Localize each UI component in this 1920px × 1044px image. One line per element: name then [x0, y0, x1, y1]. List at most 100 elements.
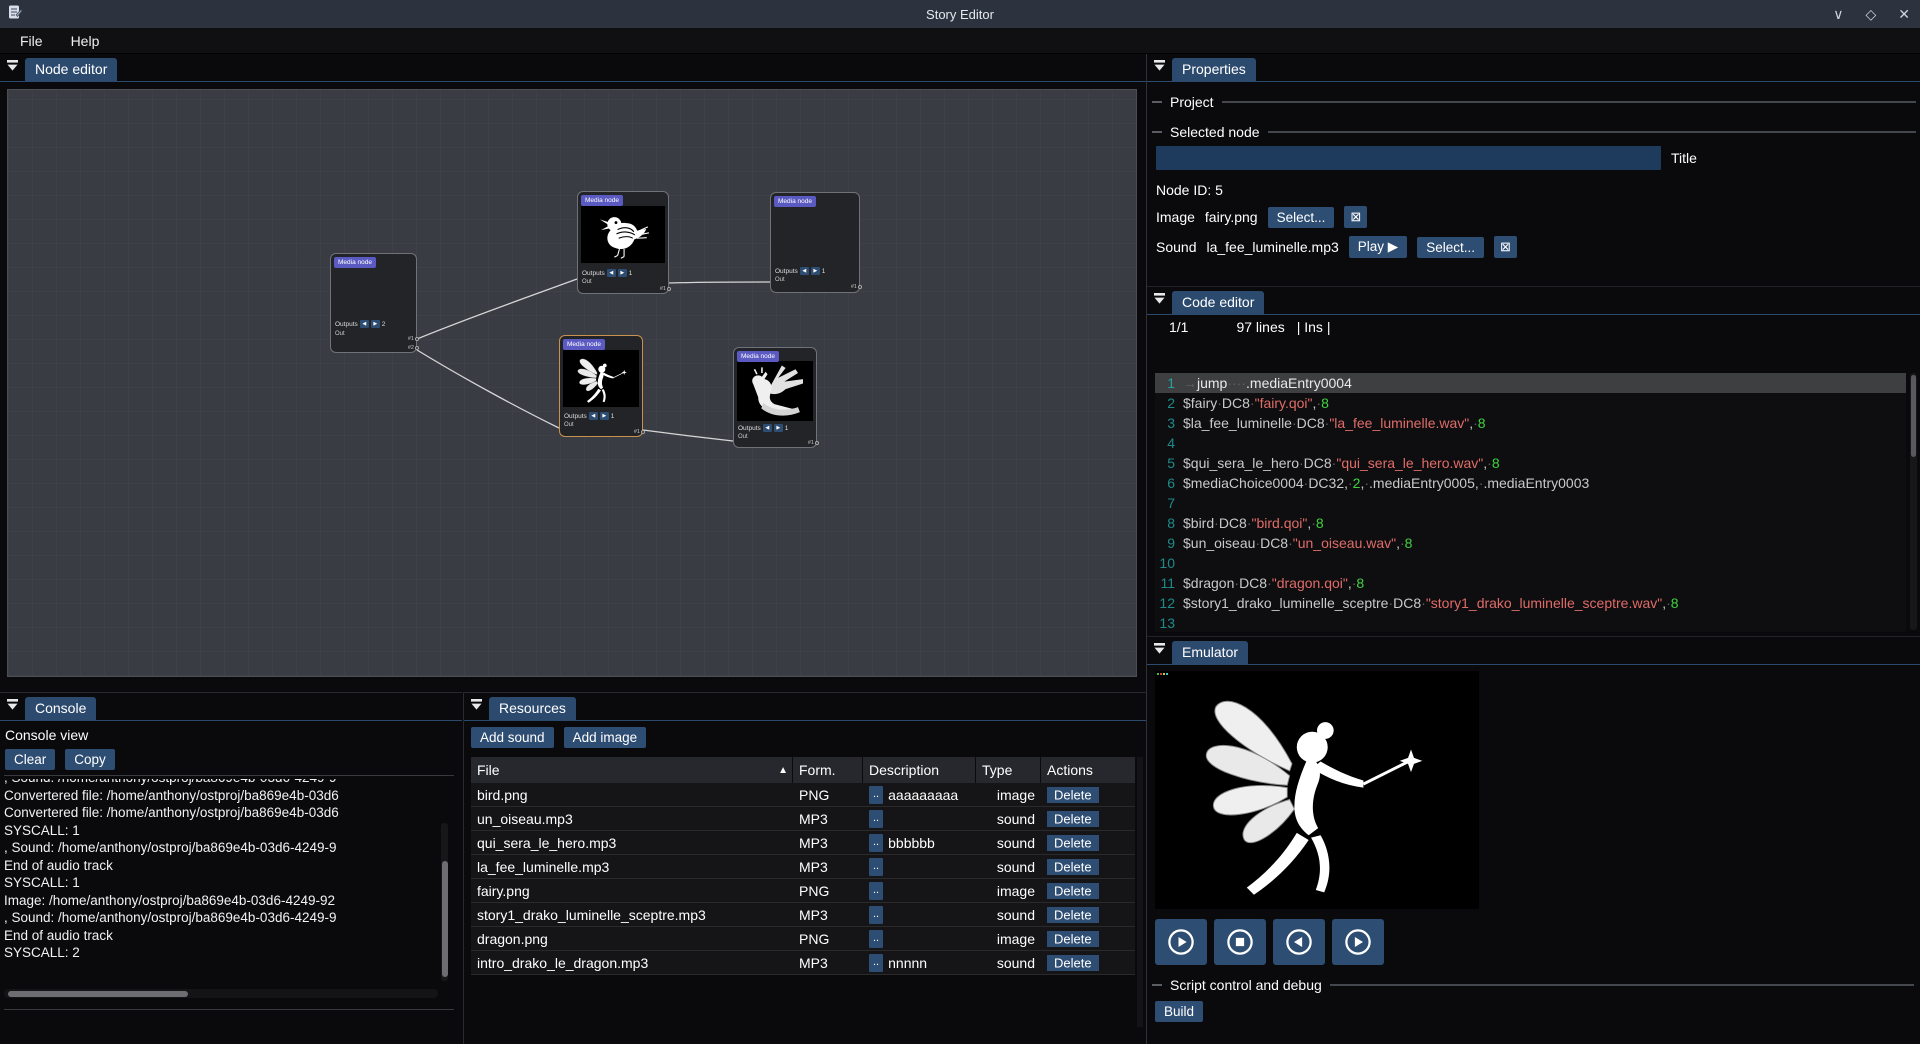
collapse-panel-icon[interactable] — [1153, 642, 1166, 660]
output-pin-1[interactable]: #1 — [851, 284, 862, 290]
code-line[interactable]: 6$mediaChoice0004·DC32,·2,·.mediaEntry00… — [1155, 473, 1906, 493]
sound-clear-button[interactable]: ⊠ — [1494, 236, 1517, 258]
add-image-button[interactable]: Add image — [564, 727, 647, 748]
code-line[interactable]: 7 — [1155, 493, 1906, 513]
edit-description-button[interactable]: .. — [869, 858, 883, 876]
decrement-outputs-button[interactable]: ◀ — [589, 412, 598, 420]
delete-button[interactable]: Delete — [1047, 931, 1099, 947]
decrement-outputs-button[interactable]: ◀ — [763, 424, 772, 432]
edit-description-button[interactable]: .. — [869, 930, 883, 948]
edit-description-button[interactable]: .. — [869, 810, 883, 828]
column-header-format[interactable]: Form. — [793, 757, 863, 783]
media-node-fairy-selected[interactable]: Media node Outputs ◀ ▶ 1 Out #1 — [559, 335, 643, 437]
step-back-button[interactable] — [1273, 919, 1325, 965]
menu-help[interactable]: Help — [59, 30, 112, 52]
console-vertical-scrollbar[interactable] — [441, 823, 448, 981]
delete-button[interactable]: Delete — [1047, 859, 1099, 875]
output-pin-1[interactable]: #1 — [808, 440, 819, 446]
output-pin-1[interactable]: #1 — [660, 286, 671, 292]
tab-properties[interactable]: Properties — [1172, 58, 1256, 81]
delete-button[interactable]: Delete — [1047, 907, 1099, 923]
media-node-dragon[interactable]: Media node Outputs ◀ ▶ 1 Out #1 — [733, 347, 817, 448]
clear-button[interactable]: Clear — [5, 749, 55, 770]
code-line[interactable]: 2$fairy·DC8·"fairy.qoi",·8 — [1155, 393, 1906, 413]
code-line[interactable]: 12$story1_drako_luminelle_sceptre·DC8·"s… — [1155, 593, 1906, 613]
table-row[interactable]: intro_drako_le_dragon.mp3 MP3 .. nnnnn s… — [471, 951, 1135, 975]
menu-file[interactable]: File — [8, 30, 55, 52]
tab-emulator[interactable]: Emulator — [1172, 641, 1248, 664]
resources-scrollbar-track[interactable] — [1137, 757, 1143, 1027]
build-button[interactable]: Build — [1155, 1001, 1203, 1022]
media-node-empty[interactable]: Media node Outputs ◀ ▶ 1 Out #1 — [770, 192, 860, 293]
column-header-type[interactable]: Type — [976, 757, 1041, 783]
step-forward-button[interactable] — [1332, 919, 1384, 965]
collapse-panel-icon[interactable] — [6, 698, 19, 716]
code-line[interactable]: 4 — [1155, 433, 1906, 453]
increment-outputs-button[interactable]: ▶ — [811, 267, 820, 275]
play-button[interactable] — [1155, 919, 1207, 965]
edit-description-button[interactable]: .. — [869, 786, 883, 804]
image-select-button[interactable]: Select... — [1268, 207, 1335, 228]
edit-description-button[interactable]: .. — [869, 906, 883, 924]
table-row[interactable]: story1_drako_luminelle_sceptre.mp3 MP3 .… — [471, 903, 1135, 927]
minimize-button[interactable]: ∨ — [1833, 6, 1843, 23]
output-pin-1[interactable]: #1 — [408, 336, 419, 342]
delete-button[interactable]: Delete — [1047, 835, 1099, 851]
tab-node-editor[interactable]: Node editor — [25, 58, 117, 81]
decrement-outputs-button[interactable]: ◀ — [360, 320, 369, 328]
table-row[interactable]: la_fee_luminelle.mp3 MP3 .. sound Delete — [471, 855, 1135, 879]
delete-button[interactable]: Delete — [1047, 883, 1099, 899]
edit-description-button[interactable]: .. — [869, 954, 883, 972]
image-clear-button[interactable]: ⊠ — [1344, 206, 1367, 228]
delete-button[interactable]: Delete — [1047, 811, 1099, 827]
collapse-panel-icon[interactable] — [1153, 292, 1166, 310]
collapse-panel-icon[interactable] — [470, 698, 483, 716]
console-horizontal-scrollbar[interactable] — [4, 989, 438, 998]
table-row[interactable]: dragon.png PNG .. image Delete — [471, 927, 1135, 951]
table-row[interactable]: bird.png PNG .. aaaaaaaaa image Delete — [471, 783, 1135, 807]
column-header-actions[interactable]: Actions — [1041, 757, 1109, 783]
output-pin-1[interactable]: #1 — [634, 429, 645, 435]
collapse-panel-icon[interactable] — [6, 59, 19, 77]
add-sound-button[interactable]: Add sound — [471, 727, 554, 748]
node-graph-canvas[interactable]: Media node Outputs ◀ ▶ 2 Out #1 #2 Media… — [7, 89, 1137, 677]
increment-outputs-button[interactable]: ▶ — [774, 424, 783, 432]
delete-button[interactable]: Delete — [1047, 787, 1099, 803]
code-scrollbar[interactable] — [1910, 373, 1917, 630]
code-line[interactable]: 5$qui_sera_le_hero·DC8·"qui_sera_le_hero… — [1155, 453, 1906, 473]
edit-description-button[interactable]: .. — [869, 882, 883, 900]
code-line[interactable]: 9$un_oiseau·DC8·"un_oiseau.wav",·8 — [1155, 533, 1906, 553]
title-input[interactable] — [1156, 146, 1661, 170]
increment-outputs-button[interactable]: ▶ — [618, 269, 627, 277]
decrement-outputs-button[interactable]: ◀ — [607, 269, 616, 277]
column-header-description[interactable]: Description — [863, 757, 976, 783]
code-line[interactable]: 1→jump····.mediaEntry0004 — [1155, 373, 1906, 393]
table-row[interactable]: un_oiseau.mp3 MP3 .. sound Delete — [471, 807, 1135, 831]
code-line[interactable]: 3$la_fee_luminelle·DC8·"la_fee_luminelle… — [1155, 413, 1906, 433]
code-line[interactable]: 10 — [1155, 553, 1906, 573]
table-row[interactable]: fairy.png PNG .. image Delete — [471, 879, 1135, 903]
increment-outputs-button[interactable]: ▶ — [371, 320, 380, 328]
copy-button[interactable]: Copy — [65, 749, 115, 770]
sound-select-button[interactable]: Select... — [1417, 237, 1484, 258]
tab-console[interactable]: Console — [25, 697, 96, 720]
table-row[interactable]: qui_sera_le_hero.mp3 MP3 .. bbbbbb sound… — [471, 831, 1135, 855]
code-line[interactable]: 13 — [1155, 613, 1906, 632]
decrement-outputs-button[interactable]: ◀ — [800, 267, 809, 275]
collapse-panel-icon[interactable] — [1153, 59, 1166, 77]
output-pin-2[interactable]: #2 — [408, 345, 419, 351]
code-text-area[interactable]: 1→jump····.mediaEntry00042$fairy·DC8·"fa… — [1155, 373, 1906, 632]
edit-description-button[interactable]: .. — [869, 834, 883, 852]
delete-button[interactable]: Delete — [1047, 955, 1099, 971]
close-button[interactable]: ✕ — [1898, 6, 1910, 23]
tab-code-editor[interactable]: Code editor — [1172, 291, 1264, 314]
media-node-bird[interactable]: Media node Outputs ◀ ▶ 1 Out #1 — [577, 191, 669, 294]
console-log[interactable]: , Sound: /home/anthony/ostproj/ba869e4b-… — [4, 779, 438, 981]
maximize-button[interactable]: ◇ — [1865, 6, 1876, 23]
tab-resources[interactable]: Resources — [489, 697, 576, 720]
stop-button[interactable] — [1214, 919, 1266, 965]
sound-play-button[interactable]: Play ▶ — [1349, 236, 1407, 258]
code-line[interactable]: 8$bird·DC8·"bird.qoi",·8 — [1155, 513, 1906, 533]
column-header-file[interactable]: File ▲ — [471, 757, 793, 783]
media-node-start[interactable]: Media node Outputs ◀ ▶ 2 Out #1 #2 — [330, 253, 417, 353]
